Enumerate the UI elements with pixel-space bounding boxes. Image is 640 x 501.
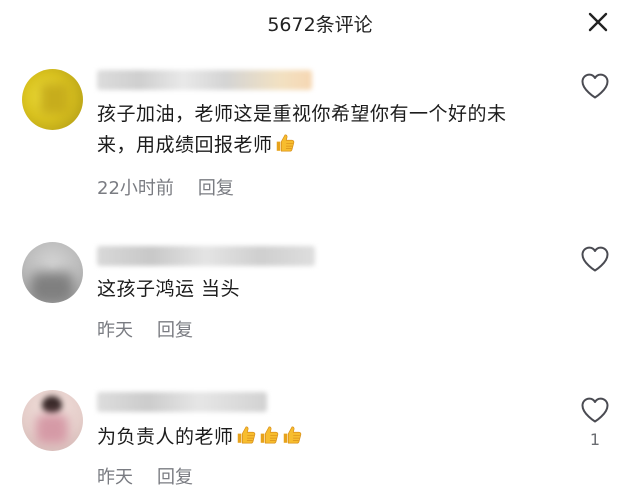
avatar[interactable]	[22, 390, 83, 451]
reply-button[interactable]: 回复	[157, 467, 193, 488]
like-button[interactable]	[580, 72, 610, 100]
comment-text: 为负责人的老师	[97, 422, 537, 453]
comment-time: 昨天	[97, 320, 133, 341]
like-button[interactable]	[580, 245, 610, 273]
like-count: 1	[589, 430, 601, 449]
username-blurred[interactable]	[97, 70, 312, 90]
avatar[interactable]	[22, 242, 83, 303]
reply-button[interactable]: 回复	[198, 178, 234, 199]
heart-icon	[580, 396, 610, 424]
comment-text: 孩子加油，老师这是重视你希望你有一个好的未来，用成绩回报老师	[97, 99, 537, 161]
like-button[interactable]	[580, 396, 610, 424]
comment-time: 昨天	[97, 467, 133, 488]
comment-meta: 昨天 回复	[97, 463, 193, 489]
thumbs-up-icon	[235, 424, 257, 446]
comment-meta: 22小时前 回复	[97, 174, 234, 200]
comment-text: 这孩子鸿运 当头	[97, 274, 537, 305]
comments-header: 5672条评论	[0, 0, 640, 46]
username-blurred[interactable]	[97, 246, 315, 266]
comment-body: 这孩子鸿运 当头	[97, 278, 241, 300]
close-button[interactable]	[586, 10, 610, 34]
username-blurred[interactable]	[97, 392, 267, 412]
thumbs-up-icon	[258, 424, 280, 446]
heart-icon	[580, 245, 610, 273]
thumbs-up-icon	[274, 132, 296, 154]
heart-icon	[580, 72, 610, 100]
comment-count-title: 5672条评论	[267, 14, 373, 36]
close-icon	[588, 12, 608, 32]
thumbs-up-icon	[281, 424, 303, 446]
reply-button[interactable]: 回复	[157, 320, 193, 341]
comment-body: 孩子加油，老师这是重视你希望你有一个好的未来，用成绩回报老师	[97, 103, 507, 156]
comment-body: 为负责人的老师	[97, 426, 234, 448]
avatar[interactable]	[22, 69, 83, 130]
comment-time: 22小时前	[97, 178, 174, 199]
comment-meta: 昨天 回复	[97, 316, 193, 342]
